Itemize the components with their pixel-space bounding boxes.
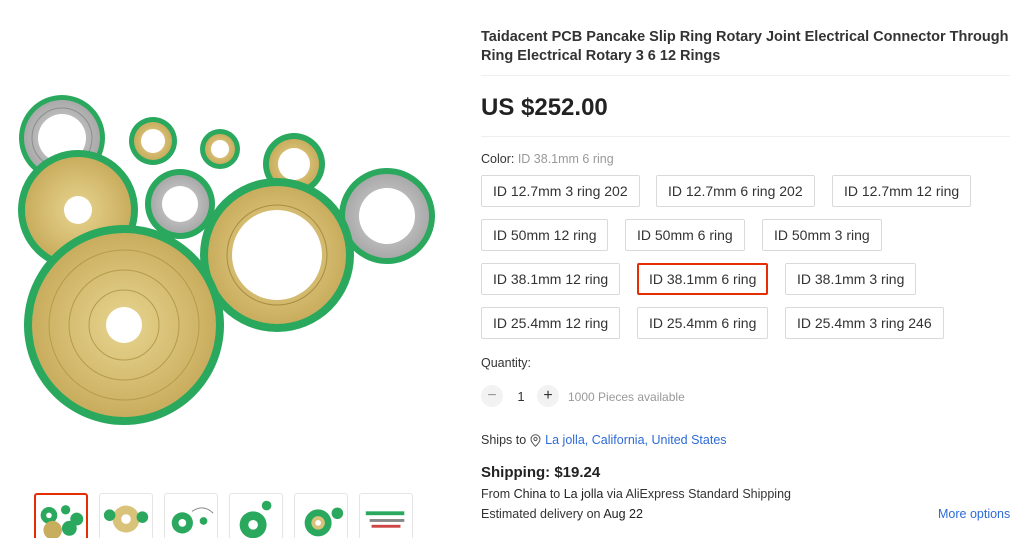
delivery-date: Aug 22	[603, 507, 643, 521]
divider	[481, 136, 1010, 137]
quantity-increase-button[interactable]: +	[537, 385, 559, 407]
ships-to-label: Ships to	[481, 433, 527, 447]
quantity-decrease-button[interactable]: −	[481, 385, 503, 407]
thumbnail[interactable]	[294, 493, 348, 538]
main-product-image[interactable]	[0, 70, 460, 470]
product-title-line: Ring Electrical Rotary 3 6 12 Rings	[481, 48, 721, 64]
product-title-line: Taidacent PCB Pancake Slip Ring Rotary J…	[481, 29, 1010, 45]
color-label-text: Color:	[481, 152, 515, 166]
more-options-link[interactable]: More options	[938, 507, 1010, 521]
thumbnail-strip	[34, 493, 413, 538]
to-city: La jolla	[563, 487, 604, 501]
sku-option[interactable]: ID 12.7mm 6 ring 202	[656, 175, 815, 207]
quantity-value[interactable]: 1	[511, 389, 531, 404]
sku-option[interactable]: ID 50mm 12 ring	[481, 219, 609, 251]
estimated-delivery: Estimated delivery on Aug 22	[481, 507, 643, 521]
shipping-method: via AliExpress Standard Shipping	[606, 487, 791, 501]
sku-option[interactable]: ID 50mm 6 ring	[625, 219, 745, 251]
location-pin-icon	[530, 433, 541, 447]
thumbnail[interactable]	[229, 493, 283, 538]
thumbnail[interactable]	[359, 493, 413, 538]
thumbnail[interactable]	[34, 493, 88, 538]
thumbnail[interactable]	[99, 493, 153, 538]
sku-option[interactable]: ID 38.1mm 3 ring	[785, 263, 917, 295]
sku-option[interactable]: ID 25.4mm 6 ring	[637, 307, 769, 339]
divider	[481, 75, 1010, 76]
shipping-cost: Shipping: $19.24	[481, 464, 601, 481]
color-label: Color: ID 38.1mm 6 ring	[481, 152, 614, 166]
stock-available: 1000 Pieces available	[568, 390, 685, 404]
sku-option[interactable]: ID 38.1mm 12 ring	[481, 263, 621, 295]
sku-option-selected[interactable]: ID 38.1mm 6 ring	[637, 263, 769, 295]
sku-option[interactable]: ID 12.7mm 12 ring	[832, 175, 972, 207]
ship-location-link[interactable]: La jolla, California, United States	[545, 433, 726, 447]
delivery-prefix: Estimated delivery on	[481, 507, 601, 521]
from-prefix: From	[481, 487, 511, 501]
sku-option[interactable]: ID 12.7mm 3 ring 202	[481, 175, 640, 207]
color-selected-value: ID 38.1mm 6 ring	[517, 152, 614, 166]
shipping-route: From China to La jolla via AliExpress St…	[481, 487, 791, 501]
product-price: US $252.00	[481, 94, 608, 121]
product-gallery	[0, 0, 460, 538]
sku-option[interactable]: ID 25.4mm 12 ring	[481, 307, 621, 339]
from-country: China	[513, 487, 547, 501]
thumbnail[interactable]	[164, 493, 218, 538]
sku-option[interactable]: ID 50mm 3 ring	[762, 219, 882, 251]
quantity-label: Quantity:	[481, 356, 532, 370]
product-title: Taidacent PCB Pancake Slip Ring Rotary J…	[481, 28, 1010, 66]
ships-to: Ships to La jolla, California, United St…	[481, 433, 727, 447]
to-word: to	[549, 487, 561, 501]
sku-option[interactable]: ID 25.4mm 3 ring 246	[785, 307, 944, 339]
